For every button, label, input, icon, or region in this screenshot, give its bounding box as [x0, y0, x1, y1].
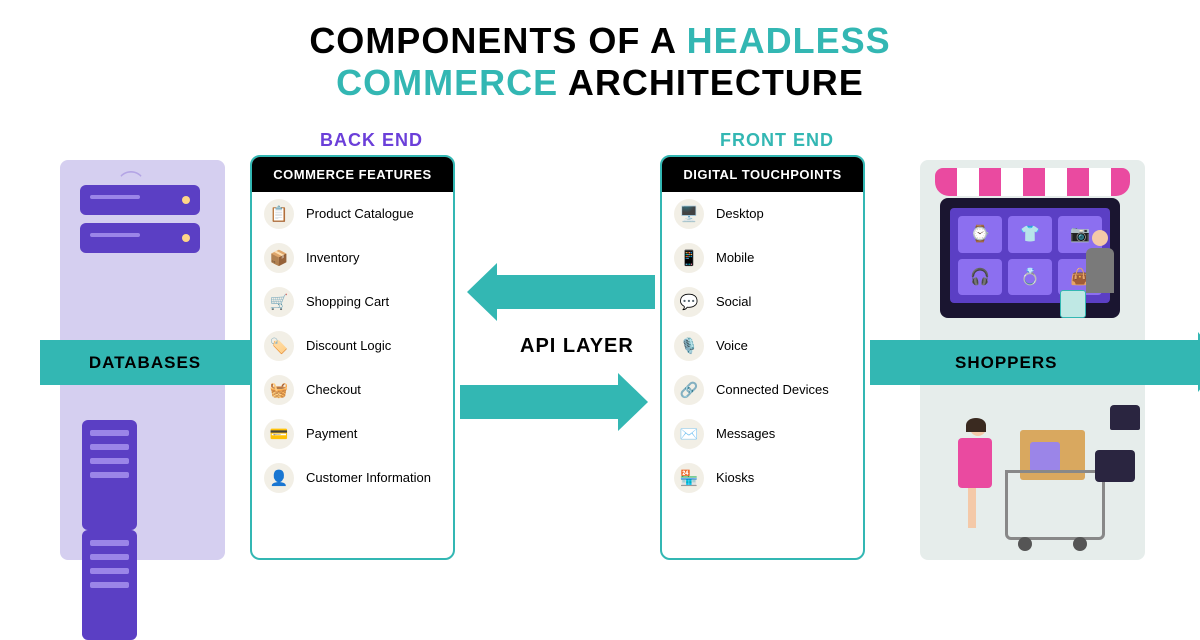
briefcase-icon — [1095, 450, 1135, 482]
arrow-left-icon — [495, 275, 655, 309]
feature-item: 👤Customer Information — [252, 456, 453, 500]
touchpoint-item: 🎙️Voice — [662, 324, 863, 368]
feature-item: 📦Inventory — [252, 236, 453, 280]
feature-item: 💳Payment — [252, 412, 453, 456]
social-icon: 💬 — [674, 287, 704, 317]
user-icon: 👤 — [264, 463, 294, 493]
feature-item: 🏷️Discount Logic — [252, 324, 453, 368]
tag-icon: 🏷️ — [264, 331, 294, 361]
clipboard-icon: 📋 — [264, 199, 294, 229]
awning-icon — [935, 168, 1130, 196]
messages-icon: ✉️ — [674, 419, 704, 449]
basket-icon: 🧺 — [264, 375, 294, 405]
touchpoint-item: 💬Social — [662, 280, 863, 324]
cart-bag-icon — [1030, 442, 1060, 472]
commerce-features-panel: COMMERCE FEATURES 📋Product Catalogue 📦In… — [250, 155, 455, 560]
product-icon: 👕 — [1008, 216, 1052, 253]
database-tower-icon — [80, 420, 200, 640]
devices-icon: 🔗 — [674, 375, 704, 405]
touchpoint-item: 📱Mobile — [662, 236, 863, 280]
digital-touchpoints-panel: DIGITAL TOUCHPOINTS 🖥️Desktop 📱Mobile 💬S… — [660, 155, 865, 560]
product-icon: 💍 — [1008, 259, 1052, 296]
touchpoints-panel-header: DIGITAL TOUCHPOINTS — [662, 157, 863, 192]
touchpoint-item: ✉️Messages — [662, 412, 863, 456]
person-cart-icon — [950, 420, 1000, 540]
handbag-icon — [1110, 405, 1140, 430]
payment-icon: 💳 — [264, 419, 294, 449]
touchpoint-item: 🏪Kiosks — [662, 456, 863, 500]
feature-item: 📋Product Catalogue — [252, 192, 453, 236]
touchpoint-item: 🖥️Desktop — [662, 192, 863, 236]
desktop-icon: 🖥️ — [674, 199, 704, 229]
box-icon: 📦 — [264, 243, 294, 273]
feature-item: 🛒Shopping Cart — [252, 280, 453, 324]
voice-icon: 🎙️ — [674, 331, 704, 361]
diagram-title: COMPONENTS OF A HEADLESS COMMERCE ARCHIT… — [0, 0, 1200, 104]
shopping-cart-icon — [1005, 470, 1105, 540]
api-layer-label: API LAYER — [520, 335, 634, 358]
shoppers-label: SHOPPERS — [870, 340, 1200, 385]
backend-label: BACK END — [320, 130, 423, 151]
databases-label: DATABASES — [40, 340, 250, 385]
cart-icon: 🛒 — [264, 287, 294, 317]
server-rack-icon — [80, 185, 200, 261]
kiosk-icon: 🏪 — [674, 463, 704, 493]
product-icon: ⌚ — [958, 216, 1002, 253]
frontend-label: FRONT END — [720, 130, 834, 151]
commerce-panel-header: COMMERCE FEATURES — [252, 157, 453, 192]
shopping-bag-icon — [1060, 290, 1086, 318]
product-icon: 🎧 — [958, 259, 1002, 296]
person-shopping-icon — [1080, 230, 1120, 325]
feature-item: 🧺Checkout — [252, 368, 453, 412]
touchpoint-item: 🔗Connected Devices — [662, 368, 863, 412]
arrow-right-icon — [460, 385, 620, 419]
mobile-icon: 📱 — [674, 243, 704, 273]
